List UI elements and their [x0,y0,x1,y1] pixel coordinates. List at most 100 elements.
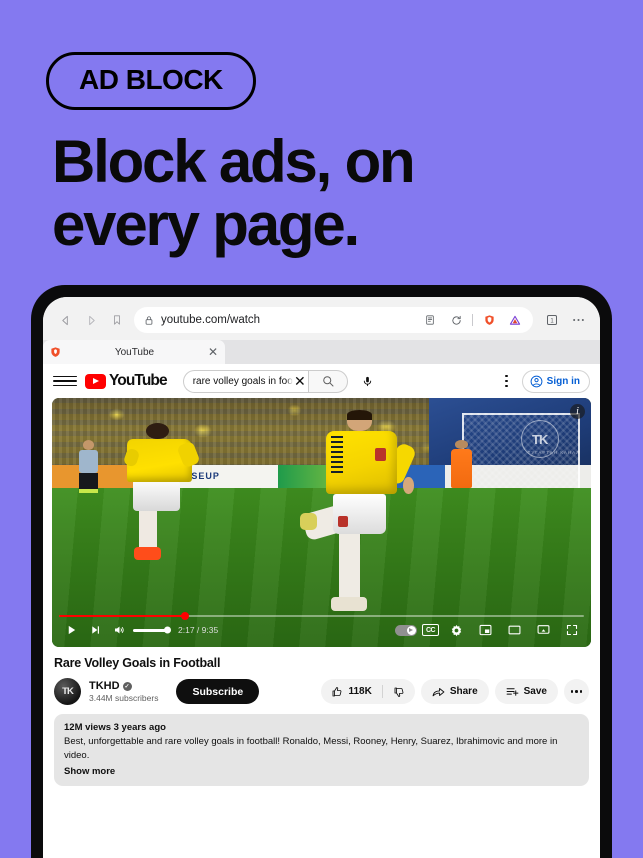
microphone-icon [362,375,373,388]
search-bar: rare volley goals in footba ✕ [182,369,379,393]
youtube-logo[interactable]: YouTube [85,372,168,390]
headline-line-1: Block ads, on [52,128,416,195]
info-icon[interactable]: i [570,404,585,419]
tab-strip: YouTube ✕ [43,340,600,364]
thumbs-up-icon [331,686,343,698]
youtube-play-icon [85,373,106,389]
sideline-player [78,440,98,493]
sign-in-button[interactable]: Sign in [521,369,590,393]
hamburger-menu-icon[interactable] [53,375,77,387]
close-icon[interactable]: ✕ [208,346,218,358]
autoplay-toggle[interactable] [395,624,417,636]
play-icon[interactable] [59,618,83,642]
save-label: Save [523,686,547,697]
browser-nav-row: youtube.com/watch 1 [52,305,591,335]
browser-tab-youtube[interactable]: YouTube ✕ [43,340,225,364]
subscriber-count: 3.44M subscribers [89,693,159,703]
search-input-value: rare volley goals in footba [192,375,296,387]
cast-icon[interactable] [531,618,555,642]
tab-strip-empty [225,340,600,364]
volume-icon[interactable] [107,618,131,642]
volume-slider[interactable] [133,626,171,634]
avatar[interactable]: TK [54,678,81,705]
clear-x-icon[interactable]: ✕ [285,374,306,388]
ad-block-badge: AD BLOCK [46,52,256,110]
search-input[interactable]: rare volley goals in footba ✕ [182,369,308,393]
progress-handle[interactable] [181,611,189,620]
player-controls: 2:17 / 9:35 CC [52,611,591,648]
vertical-dots-icon[interactable] [500,371,513,392]
horizontal-dots-icon[interactable] [564,679,589,704]
voice-search-button[interactable] [356,370,379,393]
share-button[interactable]: Share [420,679,489,704]
lock-icon [144,315,154,326]
channel-meta: TKHD ✓ 3.44M subscribers [89,680,158,703]
youtube-logo-text: YouTube [109,372,168,389]
url-text: youtube.com/watch [161,314,261,326]
gear-icon[interactable] [444,618,468,642]
brave-lion-icon [50,346,61,358]
headline-line-2: every page. [52,191,360,258]
captions-button[interactable]: CC [422,624,439,636]
search-icon [322,375,334,387]
video-meta: 12M views 3 years ago [64,722,166,733]
address-bar[interactable]: youtube.com/watch [134,307,533,333]
share-arrow-icon [432,686,445,698]
video-player[interactable]: ú SEUP [52,398,591,647]
like-count: 118K [348,686,372,697]
subscribe-button[interactable]: Subscribe [176,679,260,704]
divider [472,314,473,326]
video-container: ú SEUP [43,398,600,647]
like-button[interactable]: 118K [321,686,381,698]
brave-shield-icon[interactable] [479,309,499,331]
brave-rewards-triangle-icon[interactable] [505,309,525,331]
reader-mode-icon[interactable] [420,309,440,331]
time-display: 2:17 / 9:35 [178,625,219,635]
goalkeeper [450,440,473,488]
account-circle-icon [530,375,543,388]
address-bar-actions [420,309,525,331]
bookmark-icon[interactable] [104,307,130,333]
search-button[interactable] [307,369,348,393]
save-playlist-icon [506,686,519,698]
channel-row: TK TKHD ✓ 3.44M subscribers Subscribe 11… [54,678,589,705]
phone-screen: youtube.com/watch 1 YouTube ✕ YouTube ra… [43,297,600,858]
channel-name: TKHD [89,680,120,692]
verified-badge-icon: ✓ [122,681,132,691]
miniplayer-icon[interactable] [473,618,497,642]
reload-icon[interactable] [446,309,466,331]
control-row: 2:17 / 9:35 CC [59,617,584,643]
thumbs-down-icon [393,686,405,698]
like-dislike-group: 118K [321,679,415,704]
video-info-section: Rare Volley Goals in Football TK TKHD ✓ … [43,647,600,786]
volume-handle[interactable] [164,626,171,634]
fullscreen-icon[interactable] [560,618,584,642]
browser-chrome: youtube.com/watch 1 [43,297,600,335]
youtube-header-right: Sign in [500,369,590,393]
next-track-icon[interactable] [83,618,107,642]
share-label: Share [449,686,478,697]
video-actions: 118K Share Save [321,679,589,704]
tab-title: YouTube [114,346,155,358]
back-arrow-icon[interactable] [52,307,78,333]
celebrating-player-main [300,410,418,619]
channel-name-row[interactable]: TKHD ✓ [89,680,158,692]
more-menu-icon[interactable] [565,307,591,333]
sign-in-label: Sign in [546,375,580,387]
progress-bar[interactable] [59,611,584,620]
page-title: Block ads, on every page. [52,130,572,256]
forward-arrow-icon[interactable] [78,307,104,333]
youtube-header: YouTube rare volley goals in footba ✕ Si… [43,364,600,398]
show-more-button[interactable]: Show more [64,766,579,777]
description-box[interactable]: 12M views 3 years ago Best, unforgettabl… [54,714,589,786]
phone-mockup: youtube.com/watch 1 YouTube ✕ YouTube ra… [31,285,612,858]
dislike-button[interactable] [383,686,415,698]
channel-watermark-subtext: ТУГАРТАН КАНАЛ [527,450,581,456]
control-row-right: CC [395,618,584,642]
theater-mode-icon[interactable] [502,618,526,642]
save-button[interactable]: Save [494,679,558,704]
celebrating-player-left [122,422,201,567]
promo-header: AD BLOCK Block ads, on every page. [0,0,643,256]
tab-count-icon[interactable]: 1 [539,307,565,333]
youtube-page: YouTube rare volley goals in footba ✕ Si… [43,364,600,858]
